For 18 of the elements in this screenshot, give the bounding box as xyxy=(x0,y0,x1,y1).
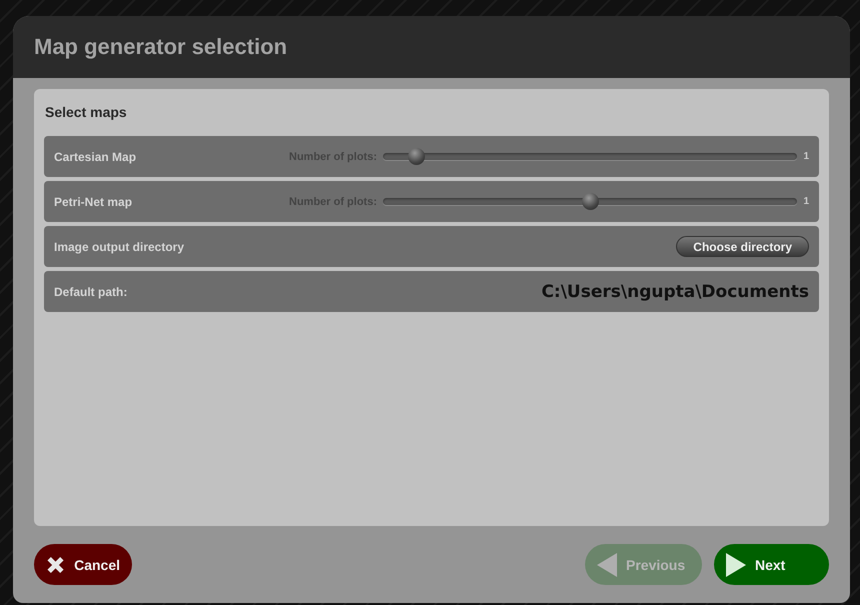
right-triangle-icon xyxy=(726,552,746,576)
path-value: C:\Users\ngupta\Documents xyxy=(541,282,809,302)
next-button[interactable]: Next xyxy=(714,544,829,585)
row-label: Cartesian Map xyxy=(54,150,138,164)
row-label: Petri-Net map xyxy=(54,194,134,208)
slider-thumb[interactable] xyxy=(408,148,426,165)
section-title: Select maps xyxy=(45,104,128,120)
slider-value: 1 xyxy=(803,196,809,207)
slider-value: 1 xyxy=(803,151,809,162)
slider-thumb[interactable] xyxy=(582,193,600,210)
left-triangle-icon xyxy=(597,552,617,576)
cancel-button[interactable]: Cancel xyxy=(34,544,132,585)
row-label: Image output directory xyxy=(54,240,186,254)
window-title: Map generator selection xyxy=(34,34,288,60)
choose-directory-button[interactable]: Choose directory xyxy=(676,236,809,257)
slider[interactable] xyxy=(383,148,798,165)
slider[interactable] xyxy=(383,193,798,210)
row-label: Default path: xyxy=(54,284,128,298)
